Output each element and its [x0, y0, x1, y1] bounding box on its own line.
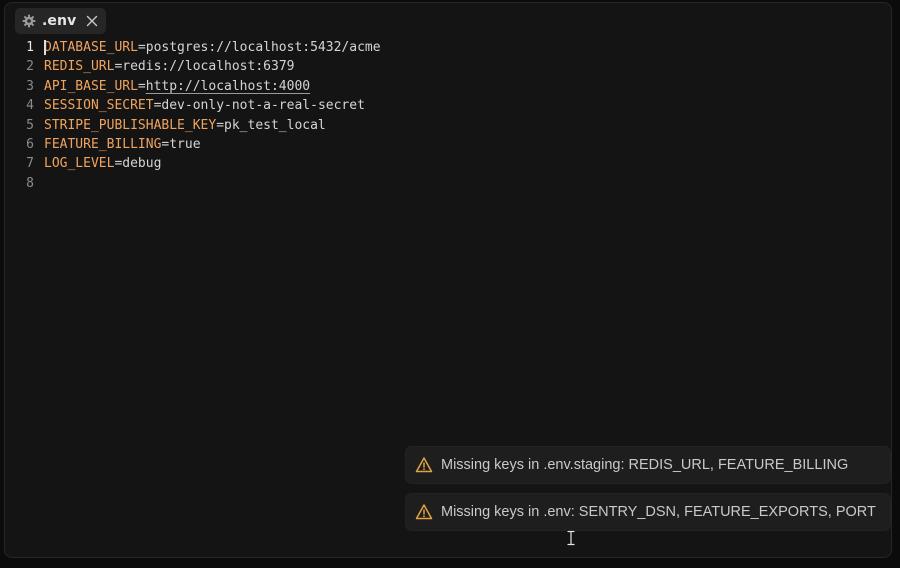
code-line[interactable]: 4 SESSION_SECRET=dev-only-not-a-real-secr…: [5, 96, 891, 115]
env-value: true: [169, 136, 201, 152]
env-key: SESSION_SECRET: [44, 98, 154, 114]
code-line[interactable]: 7 LOG_LEVEL=debug: [5, 154, 891, 173]
code-content: API_BASE_URL=http://localhost:4000: [44, 77, 310, 96]
line-number: 7: [26, 156, 34, 172]
tab-label: .env: [42, 13, 77, 29]
notification-text: Missing keys in .env: SENTRY_DSN, FEATUR…: [441, 504, 876, 520]
close-icon[interactable]: [85, 14, 99, 28]
equals-sign: =: [137, 78, 146, 94]
tab-env-file[interactable]: .env: [15, 8, 107, 34]
code-editor[interactable]: 1 DATABASE_URL=postgres://localhost:5432/…: [5, 38, 891, 193]
equals-sign: =: [216, 117, 225, 133]
env-key: FEATURE_BILLING: [44, 136, 162, 152]
code-content: LOG_LEVEL=debug: [44, 154, 161, 173]
warning-icon: [415, 456, 433, 474]
gear-icon: [22, 14, 36, 28]
code-content: REDIS_URL=redis://localhost:6379: [44, 57, 294, 76]
code-line[interactable]: 3 API_BASE_URL=http://localhost:4000: [5, 77, 891, 96]
line-number: 6: [26, 136, 34, 152]
env-value: postgres://localhost:5432/acme: [145, 40, 381, 55]
env-value: debug: [122, 156, 162, 172]
code-content: DATABASE_URL=postgres://localhost:5432/a…: [44, 38, 381, 57]
notification-toast[interactable]: Missing keys in .env.staging: REDIS_URL,…: [405, 446, 891, 484]
line-number: 5: [26, 117, 34, 133]
env-key: STRIPE_PUBLISHABLE_KEY: [44, 117, 217, 133]
env-key: REDIS_URL: [44, 59, 115, 75]
tab-bar: .env: [15, 8, 107, 34]
env-key: DATABASE_URL: [44, 40, 138, 55]
notification-toast[interactable]: Missing keys in .env: SENTRY_DSN, FEATUR…: [405, 493, 891, 531]
line-number: 4: [26, 98, 34, 114]
code-line[interactable]: 8: [5, 174, 891, 193]
env-value: redis://localhost:6379: [122, 59, 295, 75]
env-value-link[interactable]: http://localhost:4000: [146, 79, 310, 94]
code-line[interactable]: 1 DATABASE_URL=postgres://localhost:5432/…: [5, 38, 891, 57]
text-caret: [44, 40, 46, 55]
notification-text: Missing keys in .env.staging: REDIS_URL,…: [441, 457, 849, 473]
code-content: FEATURE_BILLING=true: [44, 135, 201, 154]
line-number: 1: [26, 40, 34, 55]
line-number: 3: [26, 78, 34, 94]
line-number: 2: [26, 59, 34, 75]
code-line[interactable]: 2 REDIS_URL=redis://localhost:6379: [5, 57, 891, 76]
equals-sign: =: [137, 40, 146, 55]
env-value: dev-only-not-a-real-secret: [161, 98, 365, 114]
env-key: LOG_LEVEL: [44, 156, 115, 172]
text-cursor-icon: [566, 530, 576, 546]
code-line[interactable]: 6 FEATURE_BILLING=true: [5, 135, 891, 154]
line-number: 8: [26, 175, 34, 191]
env-value: pk_test_local: [224, 117, 326, 133]
warning-icon: [415, 503, 433, 521]
env-key: API_BASE_URL: [44, 78, 138, 94]
code-content: STRIPE_PUBLISHABLE_KEY=pk_test_local: [44, 116, 326, 135]
code-line[interactable]: 5 STRIPE_PUBLISHABLE_KEY=pk_test_local: [5, 116, 891, 135]
code-content: SESSION_SECRET=dev-only-not-a-real-secre…: [44, 96, 365, 115]
